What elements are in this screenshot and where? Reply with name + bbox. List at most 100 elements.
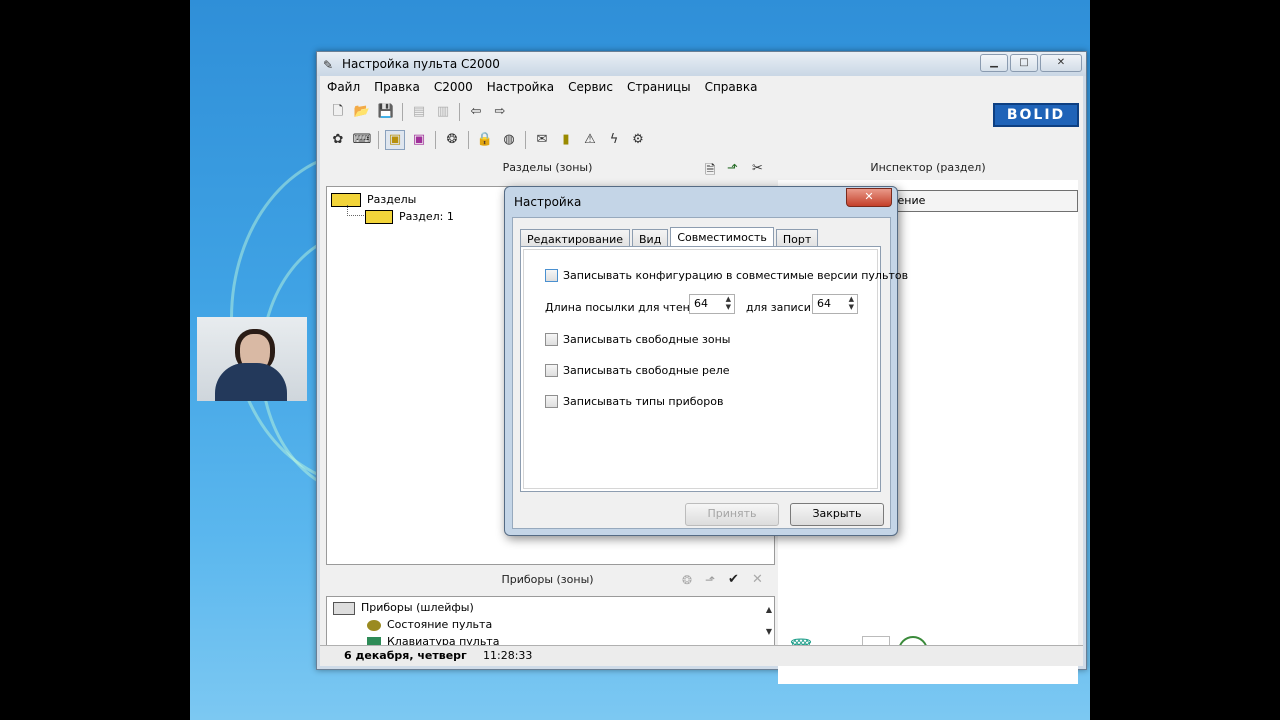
devices-tree: Приборы (шлейфы) Состояние пульта Клавиа… [326, 596, 775, 646]
write-compatible-checkbox[interactable] [545, 269, 558, 282]
menu-service[interactable]: Сервис [561, 80, 620, 94]
devices-page-icon[interactable]: ✿ [328, 130, 348, 150]
console-state-icon [367, 619, 381, 631]
section-properties-icon[interactable]: 🗎 [705, 161, 715, 183]
inspector-pane-title: Инспектор (раздел) [870, 161, 986, 174]
passwords-page-icon[interactable]: 🔒 [475, 130, 495, 150]
tree-connector [347, 205, 366, 216]
scenario-page-icon[interactable]: ⚙ [628, 130, 648, 150]
free-zones-checkbox[interactable] [545, 333, 558, 346]
packet-read-label: Длина посылки для чтения: [545, 301, 708, 314]
toolbar-separator [525, 131, 526, 149]
status-time: 11:28:33 [483, 649, 533, 662]
section-icon [365, 210, 393, 224]
write-compatible-option[interactable]: Записывать конфигурацию в совместимые ве… [545, 269, 908, 282]
devices-icon [333, 601, 355, 615]
keyboard-page-icon[interactable]: ⌨ [352, 130, 372, 150]
window-titlebar[interactable]: ✎ Настройка пульта С2000 ▁ □ ✕ [317, 52, 1086, 76]
close-button[interactable]: Закрыть [790, 503, 884, 526]
section-delete-icon[interactable]: ✂ [752, 161, 763, 176]
settings-dialog: Настройка ✕ Редактирование Вид Совместим… [504, 186, 908, 536]
app-icon: ✎ [323, 58, 334, 72]
maximize-button[interactable]: □ [1010, 54, 1038, 72]
device-refresh-icon[interactable]: ❂ [682, 573, 692, 587]
device-types-option[interactable]: Записывать типы приборов [545, 395, 723, 408]
groups-page-icon[interactable]: ▣ [409, 130, 429, 150]
dialog-close-icon[interactable]: ✕ [846, 188, 892, 207]
dialog-body: Редактирование Вид Совместимость Порт За… [512, 217, 908, 529]
free-relays-option[interactable]: Записывать свободные реле [545, 364, 730, 377]
battery-page-icon[interactable]: ▮ [556, 130, 576, 150]
device-cancel-icon[interactable]: ✕ [752, 572, 763, 587]
packet-read-stepper[interactable]: 64 ▲ ▼ [689, 294, 735, 314]
bolid-logo: BOLID [993, 103, 1079, 127]
apply-button[interactable]: Принять [685, 503, 779, 526]
device-types-label: Записывать типы приборов [563, 395, 724, 408]
device-types-checkbox[interactable] [545, 395, 558, 408]
tree-node-label: Состояние пульта [387, 618, 493, 631]
devices-scrollbar[interactable]: ▲ ▼ [766, 599, 772, 643]
stepper-arrows-icon[interactable]: ▲ ▼ [726, 295, 731, 311]
toolbar-separator [468, 131, 469, 149]
menu-help[interactable]: Справка [698, 80, 765, 94]
minimize-button[interactable]: ▁ [980, 54, 1008, 72]
open-folder-icon[interactable]: 📂 [352, 102, 372, 122]
save-icon[interactable]: 💾 [376, 102, 396, 122]
person-body [215, 363, 287, 401]
packet-read-value: 64 [694, 297, 708, 310]
close-window-button[interactable]: ✕ [1040, 54, 1082, 72]
device-chart-icon[interactable]: ⬏ [705, 573, 715, 587]
arrow-right-icon[interactable]: ⇨ [490, 102, 510, 122]
stepper-arrows-icon[interactable]: ▲ ▼ [849, 295, 854, 311]
sections-pane-title: Разделы (зоны) [502, 161, 593, 174]
tree-node-sections[interactable]: Разделы [331, 193, 416, 207]
menu-bar: Файл Правка С2000 Настройка Сервис Стран… [320, 76, 1083, 98]
tree-node-devices[interactable]: Приборы (шлейфы) [333, 601, 474, 615]
tree-node-label: Разделы [367, 193, 417, 206]
sections-page-icon[interactable]: ▣ [385, 130, 405, 150]
webcam-overlay [197, 317, 307, 401]
menu-pages[interactable]: Страницы [620, 80, 698, 94]
toolbar-separator [459, 103, 460, 121]
menu-edit[interactable]: Правка [367, 80, 427, 94]
device-apply-icon[interactable]: ✔ [728, 572, 739, 587]
inspector-pane-header: Инспектор (раздел) [778, 158, 1078, 178]
devices-pane-title: Приборы (зоны) [501, 573, 594, 586]
menu-file[interactable]: Файл [320, 80, 367, 94]
read-device-icon[interactable]: ▤ [409, 102, 429, 122]
window-title: Настройка пульта С2000 [342, 57, 500, 71]
free-relays-label: Записывать свободные реле [563, 364, 730, 377]
tree-node-section-1[interactable]: Раздел: 1 [365, 210, 454, 224]
packet-write-stepper[interactable]: 64 ▲ ▼ [812, 294, 858, 314]
status-date: 6 декабря, четверг [344, 649, 467, 662]
new-file-icon[interactable]: 🗋 [328, 102, 348, 122]
menu-settings[interactable]: Настройка [480, 80, 561, 94]
free-zones-label: Записывать свободные зоны [563, 333, 731, 346]
messages-page-icon[interactable]: ✉ [532, 130, 552, 150]
compatibility-tab-page: Записывать конфигурацию в совместимые ве… [520, 246, 908, 492]
toolbar-pages: ✿ ⌨ ▣ ▣ ❂ 🔒 ◍ ✉ ▮ ⚠ ϟ ⚙ [320, 127, 1083, 153]
tree-node-label: Приборы (шлейфы) [361, 601, 474, 614]
relay-page-icon[interactable]: ❂ [442, 130, 462, 150]
arrow-left-icon[interactable]: ⇦ [466, 102, 486, 122]
packet-length-row: Длина посылки для чтения: [545, 301, 707, 314]
lightning-page-icon[interactable]: ϟ [604, 130, 624, 150]
schedule-page-icon[interactable]: ◍ [499, 130, 519, 150]
packet-write-label: для записи: [746, 301, 815, 314]
menu-c2000[interactable]: С2000 [427, 80, 480, 94]
signal-page-icon[interactable]: ⚠ [580, 130, 600, 150]
tree-node-console-state[interactable]: Состояние пульта [367, 618, 492, 631]
section-chart-icon[interactable]: ⬏ [727, 161, 738, 176]
toolbar-separator [378, 131, 379, 149]
toolbar-main: 🗋 📂 💾 ▤ ▥ ⇦ ⇨ [320, 99, 1083, 125]
status-bar: 6 декабря, четверг 11:28:33 [320, 645, 1083, 666]
free-zones-option[interactable]: Записывать свободные зоны [545, 333, 730, 346]
toolbar-separator [435, 131, 436, 149]
toolbar-separator [402, 103, 403, 121]
packet-write-value: 64 [817, 297, 831, 310]
write-compatible-label: Записывать конфигурацию в совместимые ве… [563, 269, 909, 282]
tree-node-label: Раздел: 1 [399, 210, 454, 223]
write-device-icon[interactable]: ▥ [433, 102, 453, 122]
dialog-title: Настройка [514, 195, 582, 209]
free-relays-checkbox[interactable] [545, 364, 558, 377]
